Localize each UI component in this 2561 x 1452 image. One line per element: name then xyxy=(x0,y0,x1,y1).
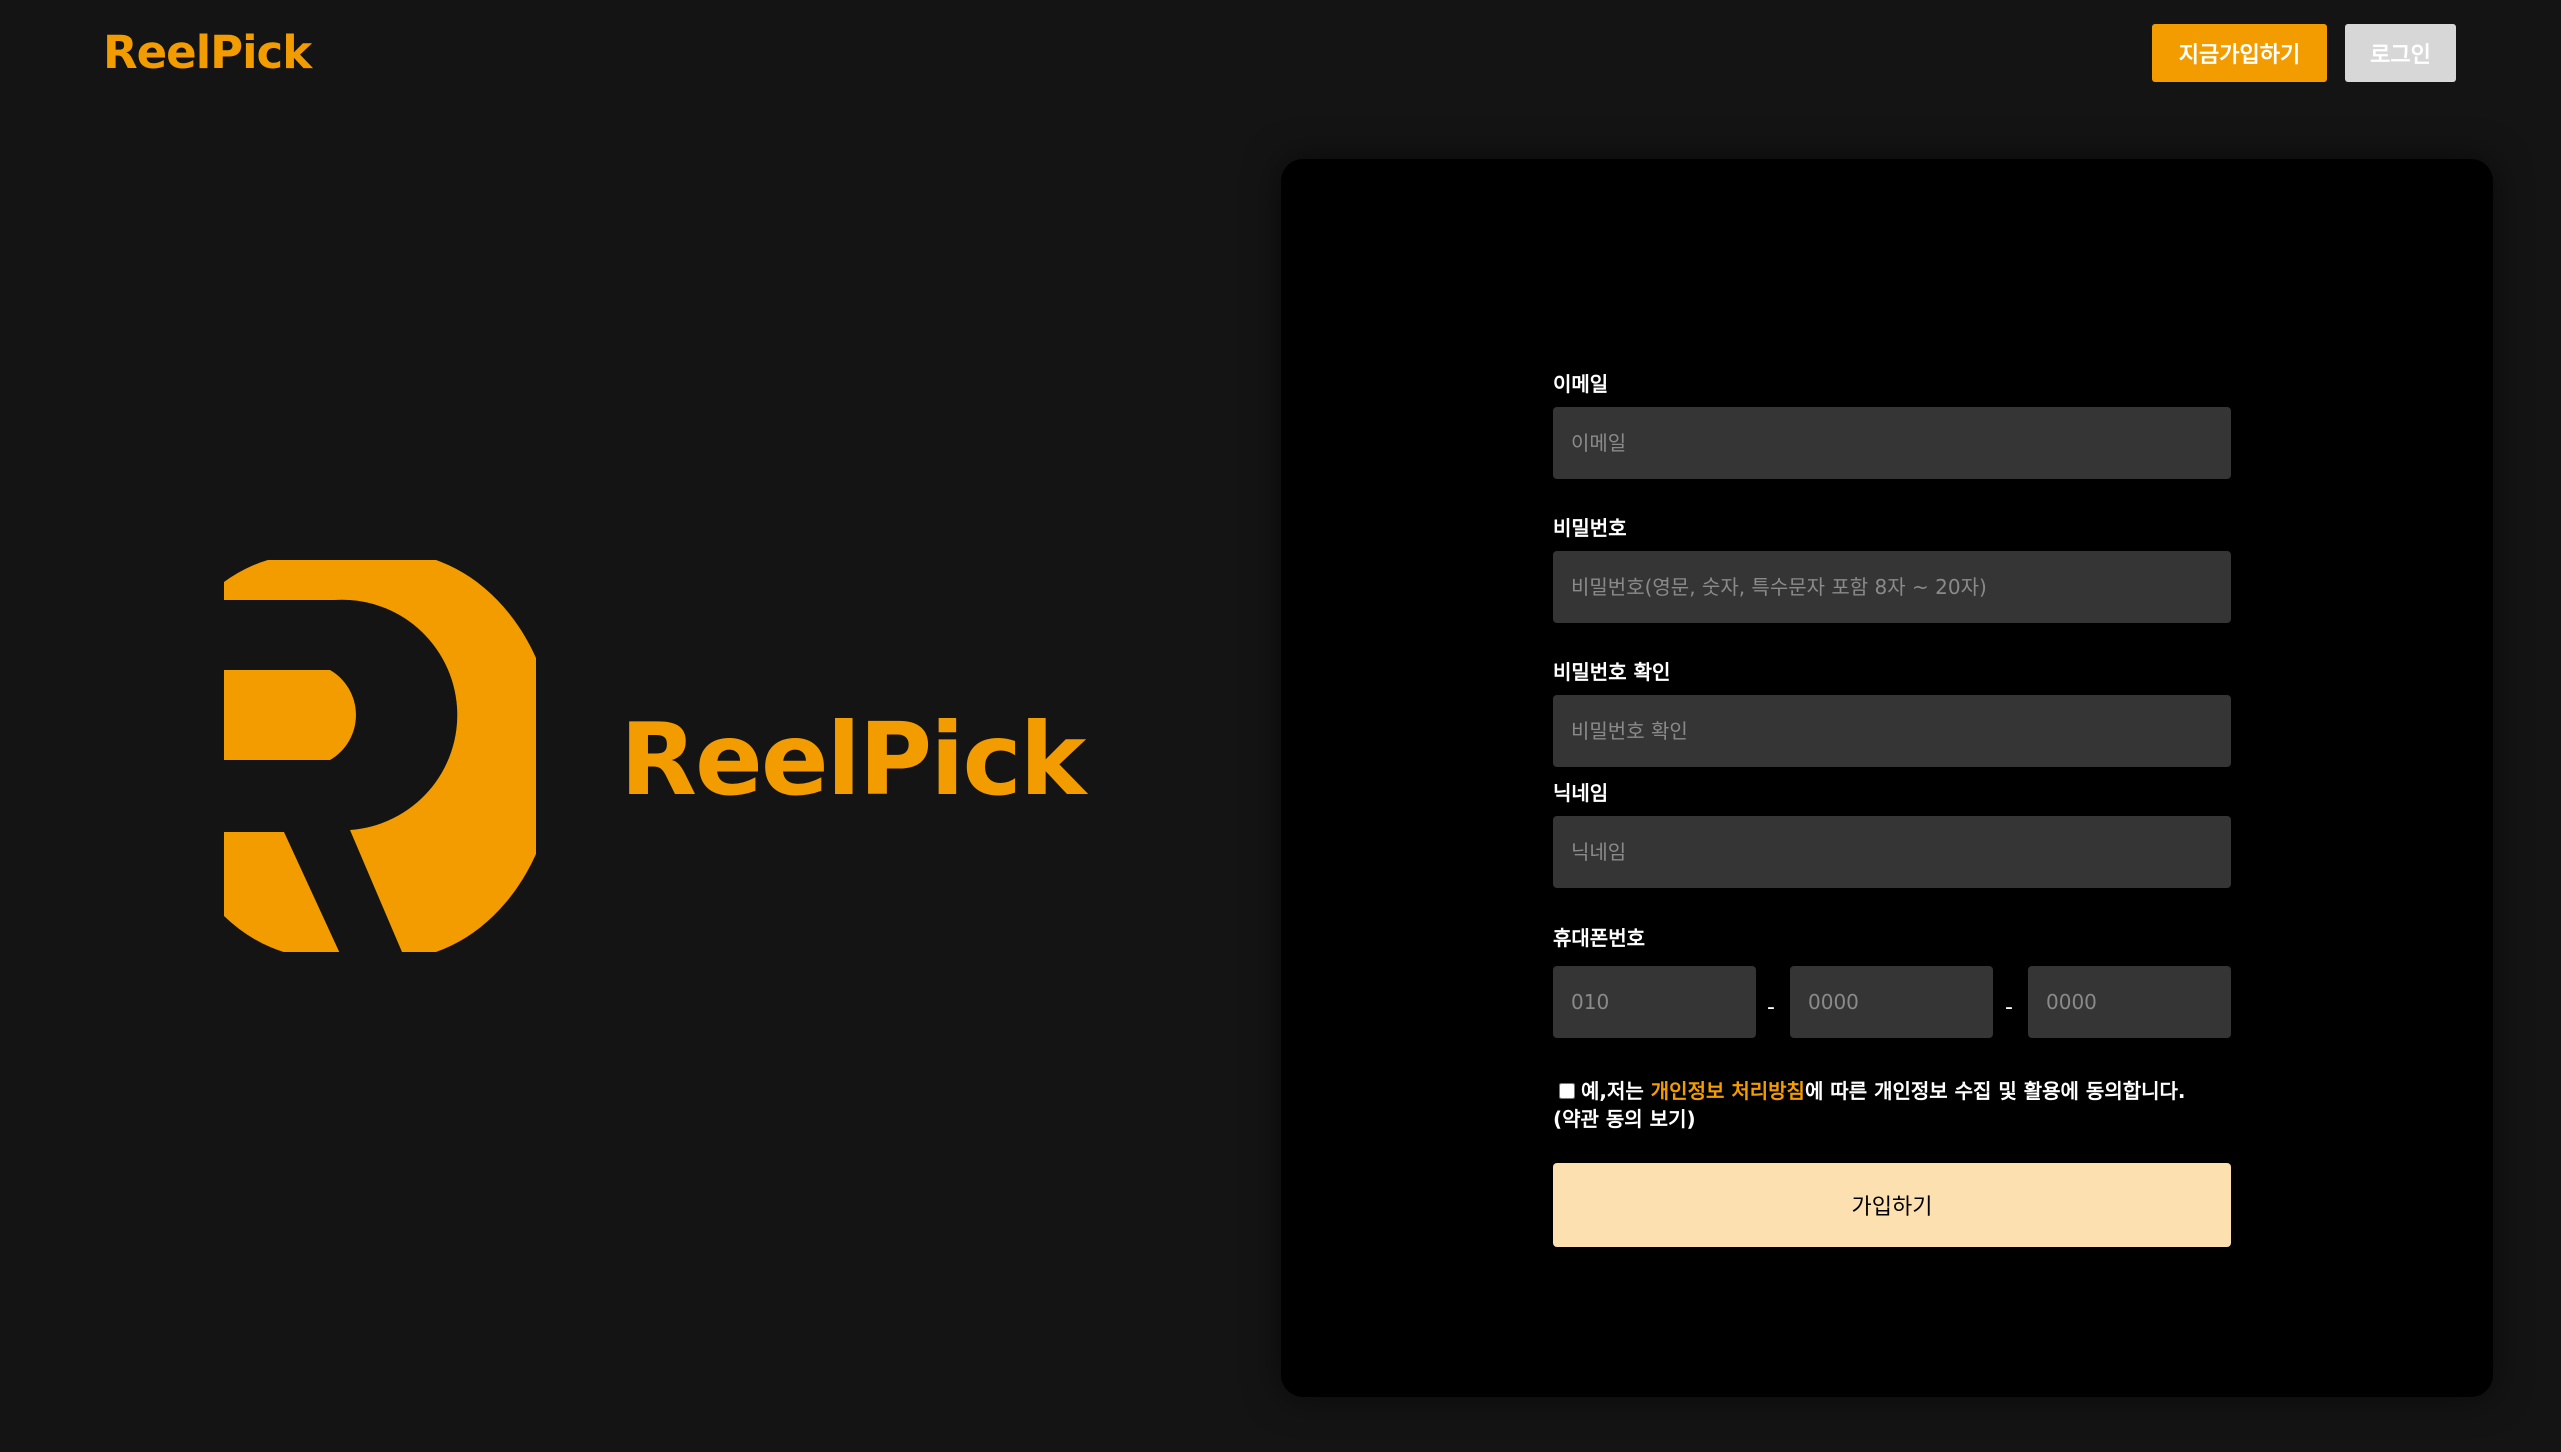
nickname-field[interactable] xyxy=(1553,816,2231,888)
submit-signup-button[interactable]: 가입하기 xyxy=(1553,1163,2231,1247)
phone-label: 휴대폰번호 xyxy=(1553,926,1645,950)
email-label: 이메일 xyxy=(1553,372,1609,396)
privacy-consent-checkbox[interactable] xyxy=(1559,1083,1575,1099)
hero-wordmark: ReelPick xyxy=(620,701,1086,818)
phone-separator: - xyxy=(1767,995,1775,1020)
consent-prefix: 예,저는 xyxy=(1581,1079,1651,1103)
email-field[interactable] xyxy=(1553,407,2231,479)
password-confirm-label: 비밀번호 확인 xyxy=(1553,660,1671,684)
phone-part3-field[interactable] xyxy=(2028,966,2231,1038)
privacy-policy-link[interactable]: 개인정보 처리방침 xyxy=(1651,1079,1805,1103)
header: ReelPick 지금가입하기 로그인 xyxy=(0,0,2561,100)
password-label: 비밀번호 xyxy=(1553,516,1627,540)
reelpick-emblem-icon xyxy=(224,560,536,952)
login-button[interactable]: 로그인 xyxy=(2345,24,2456,82)
phone-part2-field[interactable] xyxy=(1790,966,1993,1038)
password-field[interactable] xyxy=(1553,551,2231,623)
privacy-consent: 예,저는 개인정보 처리방침에 따른 개인정보 수집 및 활용에 동의합니다. … xyxy=(1553,1077,2213,1133)
phone-part1-field[interactable] xyxy=(1553,966,1756,1038)
nickname-label: 닉네임 xyxy=(1553,781,1609,805)
signup-now-button[interactable]: 지금가입하기 xyxy=(2152,24,2327,82)
brand-logo[interactable]: ReelPick xyxy=(103,26,312,80)
phone-separator: - xyxy=(2005,995,2013,1020)
password-confirm-field[interactable] xyxy=(1553,695,2231,767)
